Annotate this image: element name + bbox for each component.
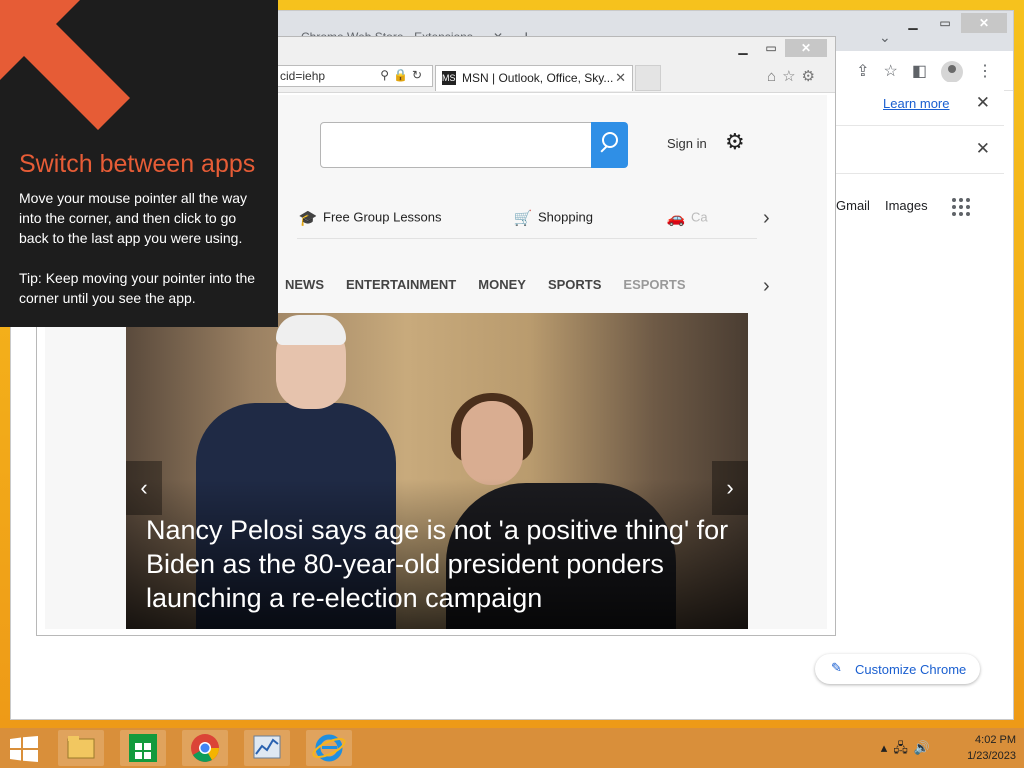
tip-hint: Tip: Keep moving your pointer into the c…: [19, 270, 256, 306]
tip-title: Switch between apps: [19, 150, 256, 178]
news-nav: NEWS ENTERTAINMENT MONEY SPORTS ESPORTS: [285, 277, 686, 292]
chrome-window-controls: ▁ ▭ ✕: [897, 13, 1007, 33]
close-icon[interactable]: ✕: [976, 139, 990, 159]
sign-in-link[interactable]: Sign in: [667, 136, 707, 151]
tip-body: Move your mouse pointer all the way into…: [19, 190, 247, 246]
performance-monitor-icon[interactable]: [244, 730, 290, 766]
hero-photo-figure: [276, 315, 346, 345]
hero-photo-figure: [461, 401, 523, 485]
minimize-button[interactable]: ▁: [729, 39, 757, 57]
profile-avatar-icon[interactable]: [941, 61, 963, 83]
ntp-links: Gmail Images: [836, 198, 928, 213]
pencil-icon: ✎: [831, 660, 842, 675]
ie-tab-label: MSN | Outlook, Office, Sky...: [462, 71, 614, 85]
refresh-icon[interactable]: ↻: [412, 68, 426, 82]
gmail-link[interactable]: Gmail: [836, 198, 870, 213]
msn-favicon-icon: MSN: [442, 71, 462, 85]
chrome-infobar: Learn more ✕: [826, 82, 1004, 126]
share-icon[interactable]: ⇪: [856, 61, 869, 83]
nav-entertainment[interactable]: ENTERTAINMENT: [346, 277, 456, 292]
home-icon[interactable]: ⌂: [767, 68, 782, 85]
nav-esports[interactable]: ESPORTS: [623, 277, 685, 292]
apps-grid-icon[interactable]: [952, 198, 970, 216]
address-text: cid=iehp: [280, 69, 326, 83]
tray-icons: ▴🖧🔊: [881, 739, 936, 761]
lock-icon[interactable]: 🔒: [393, 68, 412, 82]
ie-toolbar-icons: ⌂☆⚙: [767, 67, 821, 85]
settings-gear-icon[interactable]: ⚙: [802, 68, 821, 85]
ie-new-tab-button[interactable]: [635, 65, 661, 91]
customize-chrome-label: Customize Chrome: [855, 662, 967, 677]
show-hidden-icons-icon[interactable]: ▴: [881, 740, 894, 755]
cart-icon: 🛒: [513, 210, 533, 227]
carousel-next-icon[interactable]: ›: [712, 461, 748, 515]
carousel-prev-icon[interactable]: ‹: [126, 461, 162, 515]
quick-links: 🎓 Free Group Lessons 🛒 Shopping 🚗 Ca: [297, 205, 757, 239]
tab-search-chevron-icon[interactable]: ⌄: [879, 29, 891, 46]
nav-sports[interactable]: SPORTS: [548, 277, 601, 292]
car-icon: 🚗: [666, 210, 686, 227]
chevron-right-icon[interactable]: ›: [763, 207, 770, 230]
search-button[interactable]: [591, 122, 628, 168]
search-input[interactable]: [320, 122, 592, 168]
hero-headline[interactable]: Nancy Pelosi says age is not 'a positive…: [146, 513, 736, 615]
network-icon[interactable]: 🖧: [893, 740, 914, 755]
chrome-infobar-2: ✕: [826, 126, 1004, 174]
search-icon[interactable]: ⚲: [380, 68, 393, 82]
bookmark-star-icon[interactable]: ☆: [884, 61, 898, 83]
clock[interactable]: 4:02 PM 1/23/2023: [967, 732, 1016, 764]
switch-apps-tip: Switch between apps Move your mouse poin…: [0, 0, 278, 327]
close-window-button[interactable]: ✕: [785, 39, 827, 57]
taskbar: ▴🖧🔊 4:02 PM 1/23/2023: [0, 728, 1024, 768]
volume-icon[interactable]: 🔊: [914, 740, 936, 755]
store-icon[interactable]: [120, 730, 166, 766]
clock-date: 1/23/2023: [967, 750, 1016, 762]
images-link[interactable]: Images: [885, 198, 928, 213]
ie-active-tab[interactable]: MSN MSN | Outlook, Office, Sky... ✕: [435, 65, 633, 91]
side-panel-icon[interactable]: ◧: [912, 61, 927, 83]
address-bar-icons: ⚲🔒↻: [380, 68, 426, 82]
maximize-button[interactable]: ▭: [929, 13, 961, 33]
ie-window-controls: ▁ ▭ ✕: [729, 39, 827, 57]
corner-arrow-icon: [0, 0, 130, 130]
graduation-cap-icon: 🎓: [298, 210, 318, 227]
maximize-button[interactable]: ▭: [757, 39, 785, 57]
quick-link-cars[interactable]: 🚗 Ca: [665, 209, 708, 227]
minimize-button[interactable]: ▁: [897, 13, 929, 33]
file-explorer-icon[interactable]: [58, 730, 104, 766]
close-window-button[interactable]: ✕: [961, 13, 1007, 33]
windows-start-icon[interactable]: [10, 736, 38, 762]
customize-chrome-button[interactable]: ✎ Customize Chrome: [815, 654, 980, 684]
chrome-icon[interactable]: [182, 730, 228, 766]
nav-news[interactable]: NEWS: [285, 277, 324, 292]
close-icon[interactable]: ✕: [976, 93, 990, 113]
toolbar-icons: ⇪ ☆ ◧ ⋮: [856, 61, 993, 83]
hero-carousel[interactable]: ‹ › Nancy Pelosi says age is not 'a posi…: [126, 313, 748, 629]
favorites-star-icon[interactable]: ☆: [782, 68, 801, 85]
menu-kebab-icon[interactable]: ⋮: [977, 61, 993, 83]
quick-link-lessons[interactable]: 🎓 Free Group Lessons: [297, 209, 442, 227]
quick-link-shopping[interactable]: 🛒 Shopping: [512, 209, 593, 227]
clock-time: 4:02 PM: [975, 734, 1016, 746]
chevron-right-icon[interactable]: ›: [763, 275, 770, 298]
nav-money[interactable]: MONEY: [478, 277, 526, 292]
gear-icon[interactable]: ⚙: [725, 129, 745, 155]
close-tab-icon[interactable]: ✕: [615, 70, 626, 86]
learn-more-link[interactable]: Learn more: [883, 96, 949, 111]
internet-explorer-icon[interactable]: [306, 730, 352, 766]
